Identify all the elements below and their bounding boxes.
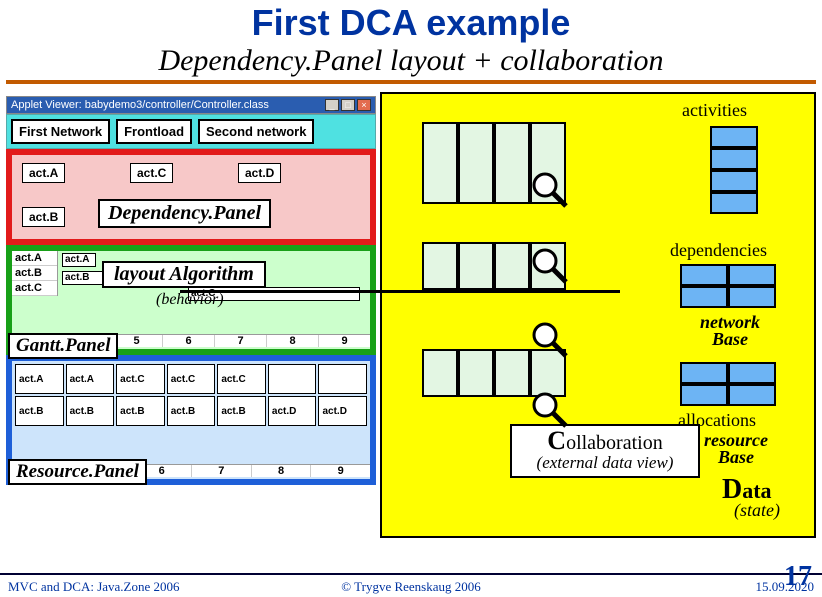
axis-tick: 6 [162,335,214,347]
resource-cell[interactable]: act.C [116,364,165,394]
resource-cell[interactable]: act.B [66,396,115,426]
resource-cell[interactable]: act.D [268,396,317,426]
data-area: activities dependencies networkBase allo… [380,92,816,538]
gantt-side-item: act.A [12,251,57,266]
resource-cell[interactable]: act.A [15,364,64,394]
gantt-panel-label: Gantt.Panel [8,333,118,359]
axis-tick: 7 [214,335,266,347]
magnifier-icon [530,170,570,210]
resource-cell[interactable]: act.D [318,396,367,426]
resource-cell[interactable]: act.B [15,396,64,426]
toolbar: First Network Frontload Second network [6,114,376,149]
footer: MVC and DCA: Java.Zone 2006 © Trygve Ree… [0,573,822,597]
demo-window: Applet Viewer: babydemo3/controller/Cont… [6,96,376,536]
resource-cell[interactable]: act.C [217,364,266,394]
label-network-base: networkBase [700,314,760,348]
grid-activities [710,126,758,214]
gantt-sidebar: act.A act.B act.C [12,251,58,296]
minimize-button[interactable]: _ [325,99,339,111]
label-state: (state) [734,500,780,521]
magnifier-icon [530,246,570,286]
resource-cell[interactable]: act.B [217,396,266,426]
resource-cell[interactable]: act.C [167,364,216,394]
activity-box[interactable]: act.C [130,163,173,183]
second-network-button[interactable]: Second network [198,119,314,144]
axis-tick: 8 [266,335,318,347]
label-activities: activities [682,100,747,121]
axis-tick: 7 [191,465,251,477]
collab-sub: (external data view) [512,454,698,471]
label-dependencies: dependencies [670,240,767,261]
window-title: Applet Viewer: babydemo3/controller/Cont… [11,99,269,111]
resource-cell[interactable] [318,364,367,394]
gantt-bar[interactable]: act.A [62,253,96,267]
resource-panel-label: Resource.Panel [8,459,147,485]
axis-tick: 9 [310,465,370,477]
collaboration-box: Collaboration (external data view) [510,424,700,478]
collab-main: ollaboration [566,432,663,454]
window-titlebar: Applet Viewer: babydemo3/controller/Cont… [6,96,376,114]
resource-cell[interactable] [268,364,317,394]
behavior-label: (behavior) [156,291,224,309]
slide-subtitle: Dependency.Panel layout + collaboration [6,44,816,84]
close-button[interactable]: × [357,99,371,111]
gantt-side-item: act.B [12,266,57,281]
grid-allocations [680,362,776,406]
axis-tick: 8 [251,465,311,477]
axis-tick: 9 [318,335,370,347]
connector-line [180,290,620,293]
magnifier-icon [530,320,570,360]
resource-cell[interactable]: act.B [116,396,165,426]
resource-panel: act.A act.A act.C act.C act.C act.B act.… [6,355,376,485]
resource-cell[interactable]: act.A [66,364,115,394]
magnifier-icon [530,390,570,430]
first-network-button[interactable]: First Network [11,119,110,144]
gantt-side-item: act.C [12,281,57,296]
footer-right: 15.09.2020 [545,579,814,595]
footer-left: MVC and DCA: Java.Zone 2006 [8,579,277,595]
resource-cell[interactable]: act.B [167,396,216,426]
activity-box[interactable]: act.D [238,163,281,183]
layout-algorithm-label: layout Algorithm [102,261,266,288]
frontload-button[interactable]: Frontload [116,119,192,144]
footer-center: © Trygve Reenskaug 2006 [277,579,546,595]
maximize-button[interactable]: □ [341,99,355,111]
label-resource-base: resourceBase [704,432,768,466]
dependency-panel: act.A act.C act.D act.B Dependency.Panel [6,149,376,245]
dependency-panel-label: Dependency.Panel [98,199,271,228]
activity-box[interactable]: act.B [22,207,65,227]
activity-box[interactable]: act.A [22,163,65,183]
grid-dependencies [680,264,776,308]
page-number: 17 [784,561,812,593]
slide-title: First DCA example [0,2,822,44]
gantt-panel: act.A act.B act.C act.A act.B act.C layo… [6,245,376,355]
